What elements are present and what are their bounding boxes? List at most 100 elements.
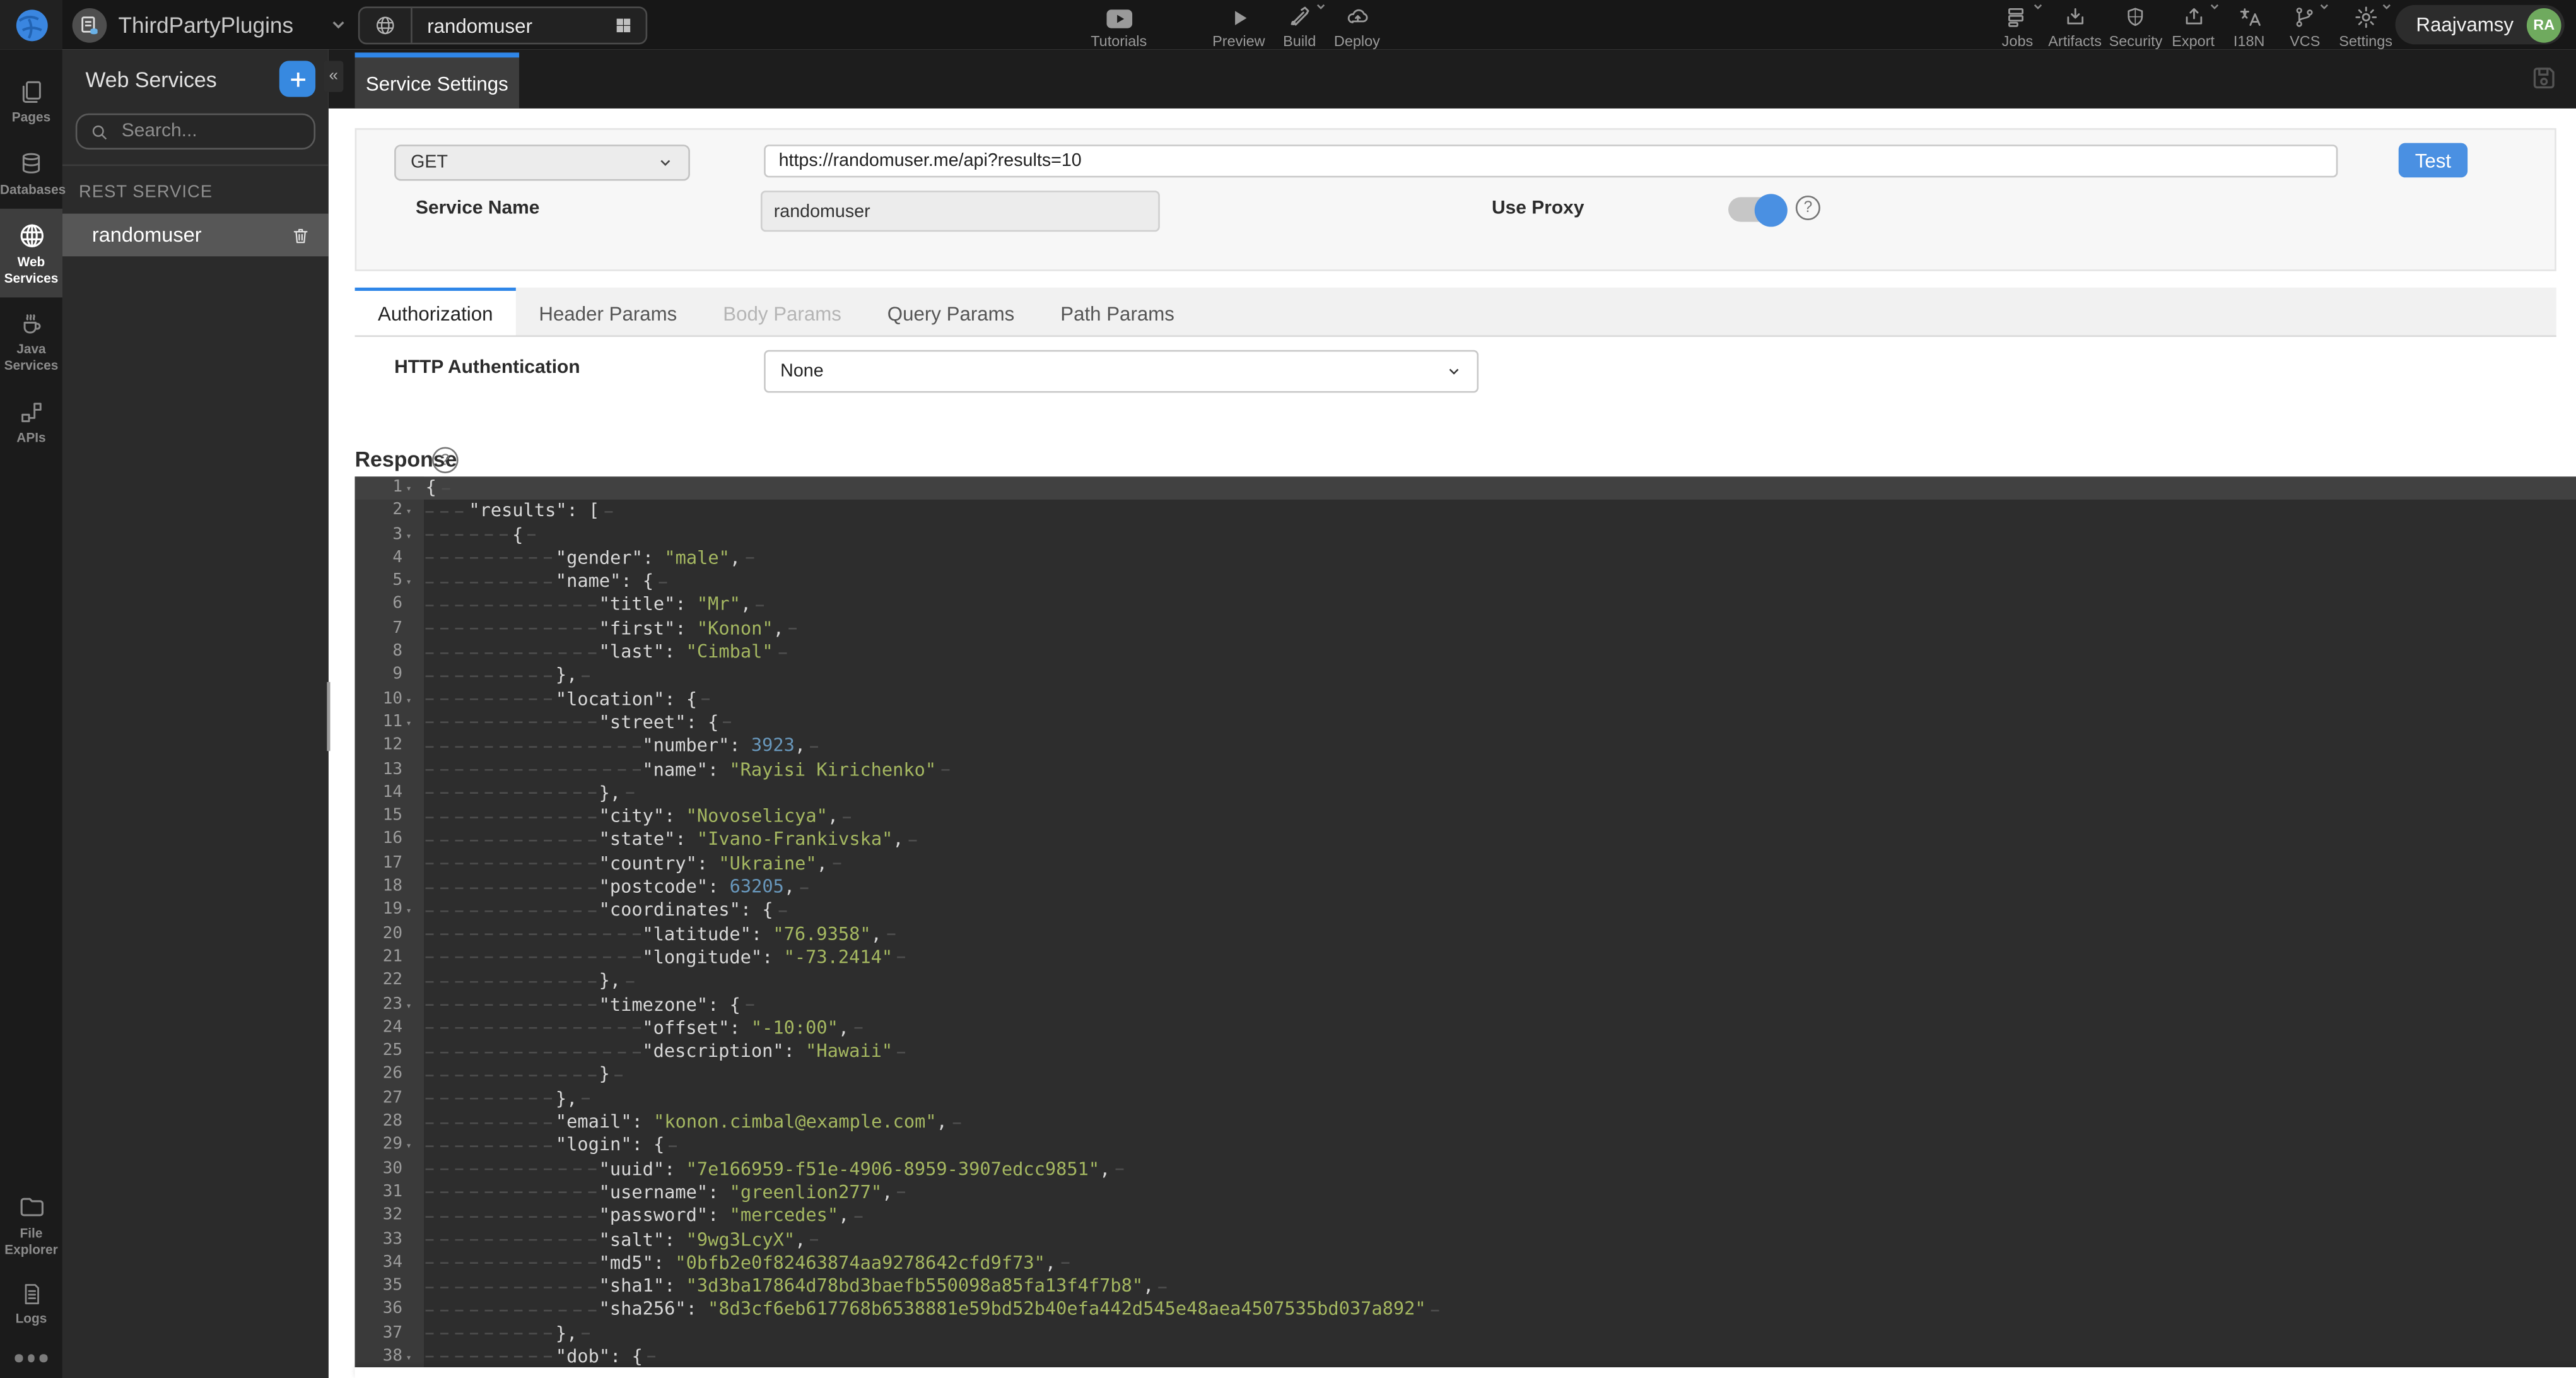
add-service-button[interactable] <box>279 61 315 97</box>
app-selector[interactable]: ThirdPartyPlugins <box>73 0 348 49</box>
line-number: 35 <box>355 1275 403 1298</box>
service-item-label: randomuser <box>92 223 202 246</box>
code-line-13: 13"name": "Rayisi Kirichenko" <box>355 758 2576 782</box>
user-name: Raajvamsy <box>2416 13 2514 36</box>
line-number: 28 <box>355 1111 403 1134</box>
grid-icon[interactable] <box>614 16 633 35</box>
line-number: 2 <box>355 500 403 524</box>
rail-item-file-explorer[interactable]: File Explorer <box>0 1181 62 1269</box>
line-number: 37 <box>355 1322 403 1346</box>
code-line-1: 1▾{ <box>355 476 2576 500</box>
search-icon <box>90 122 108 141</box>
rail-item-label: Java Services <box>0 343 62 374</box>
code-line-30: 30"uuid": "7e166959-f51e-4906-8959-3907e… <box>355 1158 2576 1181</box>
url-input[interactable] <box>764 144 2338 177</box>
collapse-panel-icon[interactable]: « <box>324 61 343 91</box>
tab-service-settings[interactable]: Service Settings <box>355 52 519 109</box>
code-line-35: 35"sha1": "3d3ba17864d78bd3baefb550098a8… <box>355 1275 2576 1298</box>
tab-header-params[interactable]: Header Params <box>516 288 700 336</box>
http-auth-value: None <box>780 362 823 381</box>
brand-logo[interactable] <box>0 0 62 49</box>
http-auth-select[interactable]: None <box>764 350 1478 393</box>
http-method-value: GET <box>411 153 448 172</box>
header-action-settings[interactable]: Settings <box>2339 5 2392 49</box>
rail-item-java-services[interactable]: Java Services <box>0 298 62 386</box>
fold-arrow-icon[interactable]: ▾ <box>406 690 411 713</box>
use-proxy-toggle[interactable] <box>1728 197 1784 222</box>
left-rail: Pages DatabasesWeb Services Java Services A… <box>0 49 62 1378</box>
test-button[interactable]: Test <box>2399 143 2468 178</box>
chevron-down-icon <box>1314 0 1328 13</box>
code-line-7: 7"first": "Konon", <box>355 618 2576 641</box>
fold-arrow-icon[interactable]: ▾ <box>406 525 411 548</box>
fold-arrow-icon[interactable]: ▾ <box>406 713 411 736</box>
header-action-build[interactable]: Build <box>1283 5 1316 49</box>
header-action-artifacts[interactable]: Artifacts <box>2048 5 2102 49</box>
code-line-25: 25"description": "Hawaii" <box>355 1040 2576 1064</box>
header-action-label: Deploy <box>1334 33 1380 49</box>
header-action-jobs[interactable]: Jobs <box>2002 5 2034 49</box>
fold-arrow-icon[interactable]: ▾ <box>406 572 411 596</box>
header-action-vcs[interactable]: VCS <box>2290 5 2320 49</box>
header-action-deploy[interactable]: Deploy <box>1334 5 1380 49</box>
trash-icon[interactable] <box>291 225 310 246</box>
service-item-randomuser[interactable]: randomuser <box>62 214 329 257</box>
chevron-down-icon <box>328 15 348 34</box>
fold-arrow-icon[interactable]: ▾ <box>406 901 411 924</box>
use-proxy-label: Use Proxy <box>1492 199 1584 218</box>
settings-icon <box>2353 5 2378 30</box>
fold-arrow-icon[interactable]: ▾ <box>406 502 411 525</box>
toggle-knob <box>1755 193 1788 226</box>
fold-arrow-icon[interactable]: ▾ <box>406 995 411 1018</box>
rail-item-databases[interactable]: Databases <box>0 138 62 209</box>
rail-item-pages[interactable]: Pages <box>0 66 62 138</box>
header-action-security[interactable]: Security <box>2109 5 2163 49</box>
tab-query-params[interactable]: Query Params <box>864 288 1037 336</box>
more-options-icon[interactable] <box>0 1340 62 1365</box>
tab-path-params[interactable]: Path Params <box>1038 288 1198 336</box>
fold-arrow-icon[interactable]: ▾ <box>406 478 411 502</box>
line-number: 4 <box>355 547 403 570</box>
code-line-26: 26} <box>355 1064 2576 1087</box>
line-number: 8 <box>355 641 403 664</box>
user-menu[interactable]: Raajvamsy RA <box>2395 5 2565 45</box>
header-action-i18n[interactable]: I18N <box>2234 5 2265 49</box>
databases-icon <box>18 151 45 177</box>
line-number: 38 <box>355 1346 403 1367</box>
proxy-help-icon[interactable]: ? <box>1796 196 1820 220</box>
header-action-label: Artifacts <box>2048 33 2102 49</box>
header-action-export[interactable]: Export <box>2172 5 2215 49</box>
response-help-icon[interactable]: ? <box>432 447 459 473</box>
header-action-tutorials[interactable]: Tutorials <box>1091 5 1147 49</box>
search-input[interactable] <box>119 120 301 143</box>
header-action-preview[interactable]: Preview <box>1212 5 1265 49</box>
web-services-panel: Web Services REST SERVICE randomuser <box>62 49 329 1378</box>
code-line-23: 23▾"timezone": { <box>355 994 2576 1017</box>
code-line-27: 27}, <box>355 1088 2576 1111</box>
response-editor[interactable]: 1▾{2▾"results": [3▾{4"gender": "male",5▾… <box>355 476 2576 1367</box>
line-number: 27 <box>355 1088 403 1111</box>
fold-arrow-icon[interactable]: ▾ <box>406 1136 411 1160</box>
code-line-37: 37}, <box>355 1322 2576 1346</box>
web-services-icon <box>17 222 45 250</box>
service-search[interactable] <box>76 114 315 150</box>
panel-scrollbar[interactable] <box>326 682 329 751</box>
http-auth-label: HTTP Authentication <box>394 358 580 378</box>
rail-item-apis[interactable]: APIs <box>0 386 62 457</box>
service-name-input[interactable] <box>761 191 1160 232</box>
rail-item-web-services[interactable]: Web Services <box>0 209 62 298</box>
save-icon[interactable] <box>2530 64 2558 92</box>
fold-arrow-icon[interactable]: ▾ <box>406 1348 411 1367</box>
rail-item-logs[interactable]: Logs <box>0 1269 62 1340</box>
editor-tabstrip: Service Settings <box>329 49 2576 109</box>
http-method-select[interactable]: GET <box>394 144 690 180</box>
code-line-6: 6"title": "Mr", <box>355 594 2576 618</box>
rail-item-label: File Explorer <box>0 1227 62 1258</box>
wave-logo-icon <box>13 6 50 44</box>
header-action-label: Tutorials <box>1091 33 1147 49</box>
page-tab-randomuser[interactable]: randomuser <box>358 6 647 44</box>
line-number: 29 <box>355 1134 403 1158</box>
tab-authorization[interactable]: Authorization <box>355 288 516 336</box>
header-action-label: Export <box>2172 33 2215 49</box>
rail-item-label: Pages <box>0 110 62 126</box>
